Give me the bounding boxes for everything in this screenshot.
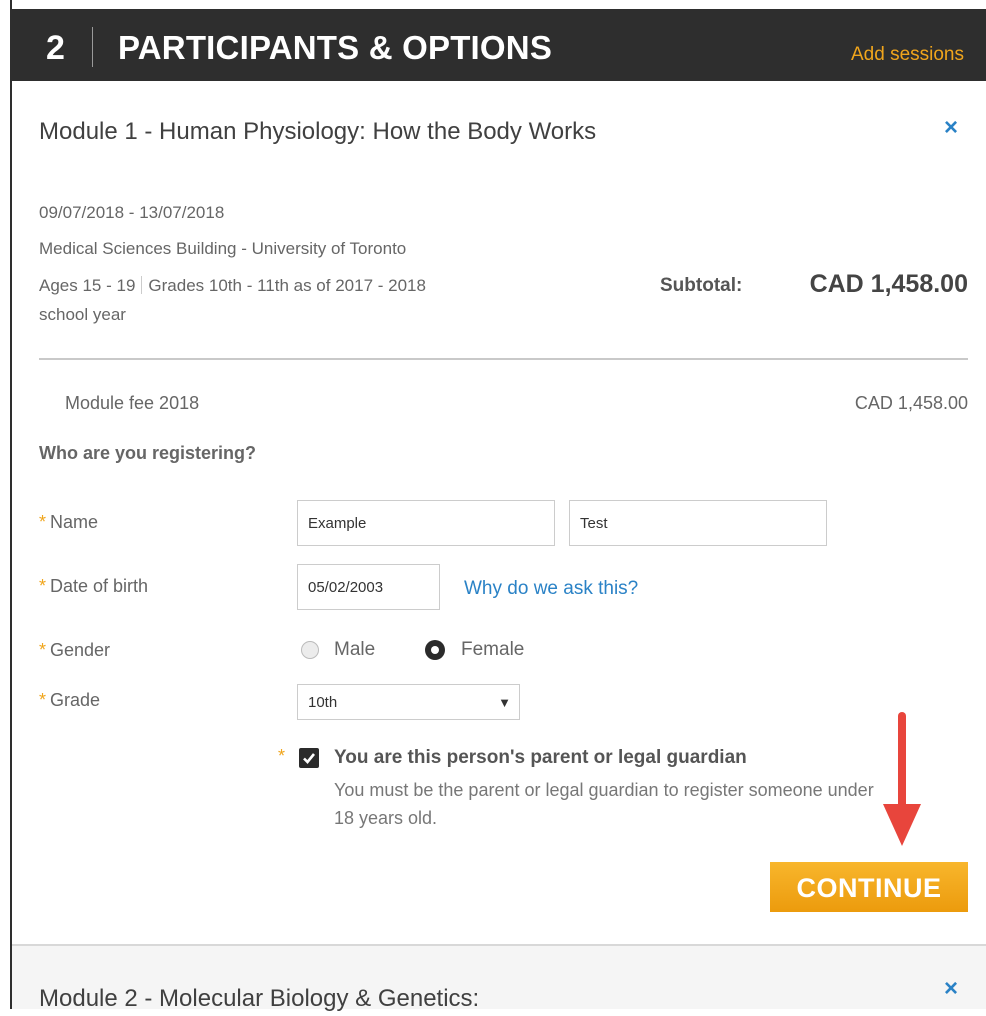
grade-label: * Grade: [39, 690, 100, 711]
checkmark-icon: [303, 753, 316, 764]
step-divider: [92, 27, 93, 67]
grade-select-value: 10th: [308, 694, 338, 711]
guardian-checkbox[interactable]: [299, 748, 319, 768]
gender-female-radio[interactable]: [425, 640, 445, 660]
module1-ages: Ages 15 - 19: [39, 276, 136, 295]
subtotal-label: Subtotal:: [660, 275, 743, 296]
why-ask-link[interactable]: Why do we ask this?: [464, 578, 638, 600]
name-label-text: Name: [50, 512, 99, 532]
gender-male-label[interactable]: Male: [334, 639, 375, 661]
module1-title: Module 1 - Human Physiology: How the Bod…: [39, 118, 597, 145]
arrow-down-icon: [883, 712, 921, 846]
gender-male-radio[interactable]: [301, 641, 319, 659]
gender-label-text: Gender: [50, 640, 111, 660]
required-marker: *: [39, 640, 47, 660]
last-name-input[interactable]: Test: [569, 500, 827, 546]
required-marker: *: [39, 512, 47, 532]
step-title: PARTICIPANTS & OPTIONS: [118, 29, 553, 66]
module2-title: Module 2 - Molecular Biology & Genetics:: [39, 985, 480, 1012]
name-label: * Name: [39, 512, 98, 533]
step-number: 2: [46, 29, 65, 67]
subtotal-value: CAD 1,458.00: [809, 270, 968, 298]
guardian-label: You are this person's parent or legal gu…: [334, 747, 747, 768]
module1-school-year: school year: [39, 305, 126, 324]
chevron-down-icon: ▼: [498, 695, 511, 710]
required-marker: *: [39, 690, 47, 710]
gender-female-label[interactable]: Female: [461, 639, 524, 661]
dob-label-text: Date of birth: [50, 576, 149, 596]
module-fee-label: Module fee 2018: [65, 393, 200, 413]
remove-module1-close-icon[interactable]: ×: [944, 114, 958, 142]
required-marker: *: [39, 576, 47, 596]
dob-input[interactable]: 05/02/2003: [297, 564, 440, 610]
divider: [39, 358, 968, 360]
grade-select[interactable]: 10th ▼: [297, 684, 520, 720]
remove-module2-close-icon[interactable]: ×: [944, 975, 958, 1003]
module1-location: Medical Sciences Building - University o…: [39, 239, 407, 258]
module-fee-value: CAD 1,458.00: [854, 393, 968, 413]
registration-panel: 2 PARTICIPANTS & OPTIONS Add sessions × …: [10, 0, 986, 1012]
module1-grades: Grades 10th - 11th as of 2017 - 2018: [148, 276, 426, 295]
dob-label: * Date of birth: [39, 576, 148, 597]
step-header: 2 PARTICIPANTS & OPTIONS Add sessions: [12, 9, 986, 81]
guardian-note: You must be the parent or legal guardian…: [334, 780, 874, 828]
first-name-input[interactable]: Example: [297, 500, 555, 546]
required-marker: *: [278, 746, 286, 766]
add-sessions-link[interactable]: Add sessions: [851, 44, 964, 66]
ages-divider: [141, 276, 143, 294]
gender-label: * Gender: [39, 640, 110, 661]
grade-label-text: Grade: [50, 690, 101, 710]
module1-dates: 09/07/2018 - 13/07/2018: [39, 203, 225, 222]
continue-button[interactable]: CONTINUE: [770, 862, 968, 912]
registering-question: Who are you registering?: [39, 443, 257, 463]
module1-ages-grades: Ages 15 - 19 Grades 10th - 11th as of 201…: [39, 276, 426, 296]
